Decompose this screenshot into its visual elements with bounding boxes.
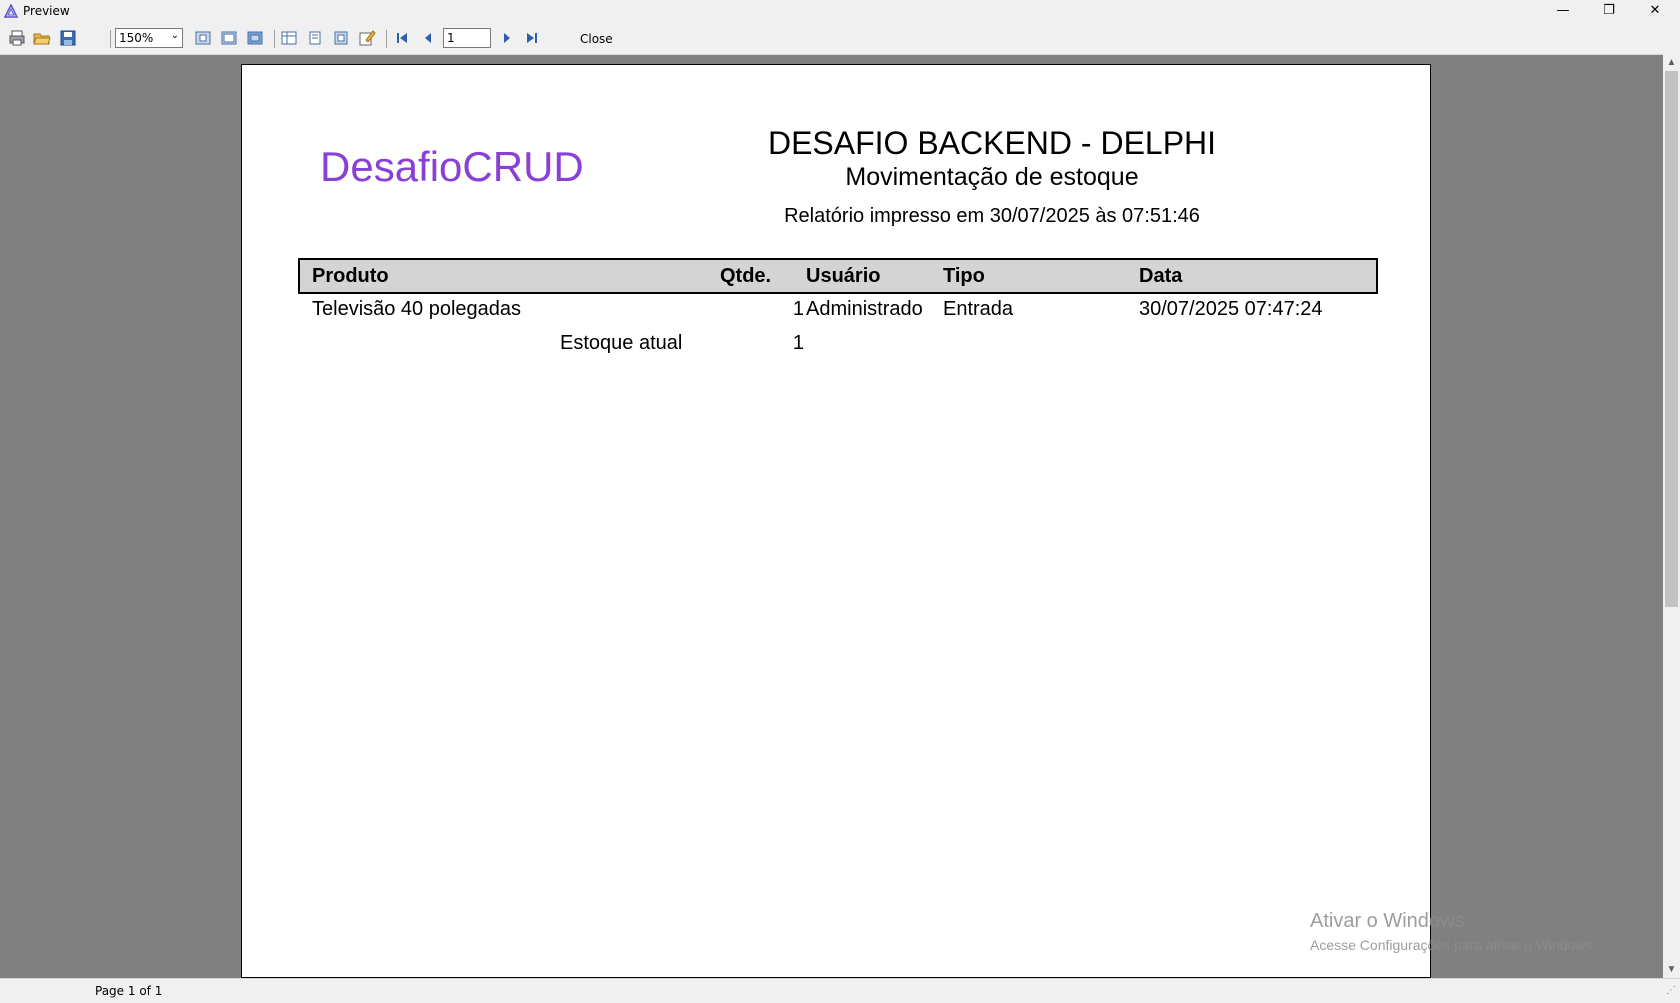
window-title: Preview	[23, 4, 70, 18]
zoom-select[interactable]: 150% ⌄	[115, 28, 183, 48]
activation-watermark: Ativar o Windows Acesse Configurações pa…	[1310, 910, 1596, 953]
save-icon[interactable]	[59, 29, 77, 47]
report-printed-at: Relatório impresso em 30/07/2025 às 07:5…	[784, 205, 1200, 227]
maximize-button[interactable]: ❐	[1586, 0, 1632, 22]
scroll-down-icon[interactable]: ▼	[1663, 961, 1680, 978]
status-bar: Page 1 of 1 ⋰	[0, 978, 1680, 1003]
close-button[interactable]: Close	[580, 32, 613, 46]
toolbar-separator	[386, 30, 387, 48]
open-icon[interactable]	[33, 29, 51, 47]
first-page-icon[interactable]	[393, 29, 411, 47]
watermark-line1: Ativar o Windows	[1310, 910, 1465, 932]
cell-usuario: Administrado	[806, 298, 923, 320]
cell-tipo: Entrada	[943, 298, 1014, 320]
page-info: Page 1 of 1	[95, 984, 163, 998]
fit-page-icon[interactable]	[194, 29, 212, 47]
edit-icon[interactable]	[358, 29, 376, 47]
column-header-data: Data	[1139, 265, 1183, 287]
four-pages-icon[interactable]	[332, 29, 350, 47]
scroll-thumb[interactable]	[1665, 71, 1678, 607]
logo-text: DesafioCRUD	[320, 143, 584, 190]
minimize-button[interactable]: —	[1540, 0, 1586, 22]
cell-data: 30/07/2025 07:47:24	[1139, 298, 1323, 320]
toolbar-separator	[274, 30, 275, 48]
toolbar: 150% ⌄ 1 Close	[0, 22, 1680, 55]
title-bar: Preview — ❐ ✕	[0, 0, 1680, 22]
page-number-input[interactable]: 1	[443, 28, 491, 48]
column-header-qtde: Qtde.	[720, 265, 772, 287]
print-icon[interactable]	[8, 29, 26, 47]
actual-size-icon[interactable]	[246, 29, 264, 47]
summary-value: 1	[792, 332, 804, 354]
prev-page-icon[interactable]	[419, 29, 437, 47]
chevron-down-icon: ⌄	[170, 30, 179, 41]
column-header-produto: Produto	[312, 265, 389, 287]
column-header-tipo: Tipo	[943, 265, 985, 287]
report-title: DESAFIO BACKEND - DELPHI	[767, 125, 1217, 161]
close-window-button[interactable]: ✕	[1632, 0, 1678, 22]
report-page: DesafioCRUD DESAFIO BACKEND - DELPHI Mov…	[241, 64, 1431, 978]
scroll-up-icon[interactable]: ▲	[1663, 54, 1680, 71]
toolbar-separator	[110, 30, 111, 48]
resize-grip-icon[interactable]: ⋰	[1666, 985, 1676, 996]
fit-width-icon[interactable]	[220, 29, 238, 47]
two-pages-icon[interactable]	[306, 29, 324, 47]
column-header-usuario: Usuário	[806, 265, 881, 287]
zoom-value: 150%	[119, 31, 154, 45]
cell-produto: Televisão 40 polegadas	[312, 298, 522, 320]
next-page-icon[interactable]	[498, 29, 516, 47]
table-header: Produto Qtde. Usuário Tipo Data	[298, 258, 1378, 294]
watermark-line2: Acesse Configurações para ativar o Windo…	[1310, 937, 1597, 953]
cell-qtde: 1	[792, 298, 804, 320]
vertical-scrollbar[interactable]: ▲ ▼	[1663, 54, 1680, 978]
summary-label: Estoque atual	[560, 332, 683, 354]
report-subtitle: Movimentação de estoque	[845, 163, 1139, 191]
last-page-icon[interactable]	[523, 29, 541, 47]
app-icon	[3, 3, 19, 18]
single-page-icon[interactable]	[280, 29, 298, 47]
